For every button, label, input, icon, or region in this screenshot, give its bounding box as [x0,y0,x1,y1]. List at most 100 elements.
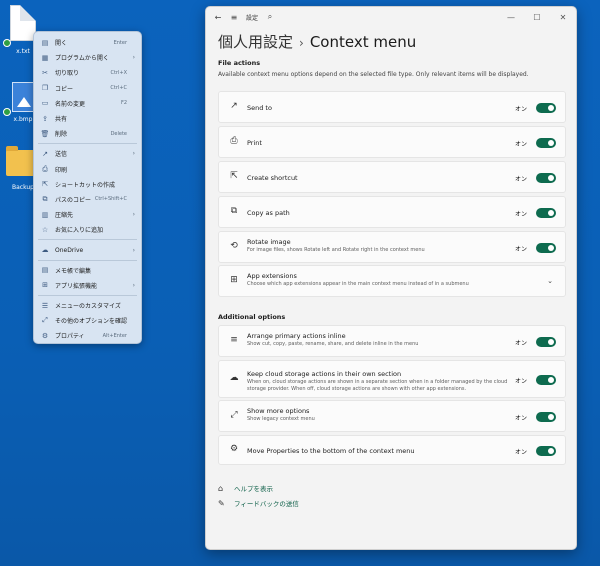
menu-divider [38,143,137,145]
maximize-button[interactable]: ☐ [524,7,550,27]
context-menu-item[interactable]: ❐ コピー Ctrl+C [34,81,141,96]
send-icon: ↗ [42,149,48,158]
setting-card[interactable]: ⧉ Copy as path オン [218,196,566,228]
context-menu-item[interactable]: ⇪ 共有 [34,111,141,126]
back-arrow-icon[interactable]: ← [210,13,226,22]
shortcut-hint: Delete [110,130,127,137]
setting-card[interactable]: ↗ Send to オン [218,91,566,123]
setting-title: App extensions [247,272,297,280]
open-with-icon: ▦ [41,53,49,62]
toggle-switch[interactable] [536,138,556,148]
help-icon: ⌂ [218,483,224,493]
context-menu-item-label: プログラムから開く [55,55,109,63]
toggle-switch[interactable] [536,412,556,422]
context-menu-item[interactable]: ⊞ アプリ拡張機能 › [34,278,141,293]
setting-description: Show cut, copy, paste, rename, share, an… [247,341,419,347]
rename-icon: ▭ [41,99,49,108]
context-menu-item[interactable]: ⇱ ショートカットの作成 [34,177,141,192]
setting-card[interactable]: ☁ Keep cloud storage actions in their own… [218,360,566,398]
context-menu-item[interactable]: ☁ OneDrive › [34,242,141,257]
toggle-switch[interactable] [536,103,556,113]
context-menu-item[interactable]: ⎙ 印刷 [34,162,141,177]
more-icon: ⤢ [42,316,48,325]
context-menu-item[interactable]: ☰ メニューのカスタマイズ [34,298,141,313]
apps-icon: ⊞ [230,275,238,285]
setting-title: Print [247,139,262,147]
toggle-state-label: オン [514,106,527,113]
context-menu-item[interactable]: ⚙ プロパティ Alt+Enter [34,328,141,343]
context-menu-item[interactable]: ✂ 切り取り Ctrl+X [34,65,141,80]
setting-card[interactable]: ⟲ Rotate image For image files, shows Rota… [218,231,566,263]
context-menu-item[interactable]: ↗ 送信 › [34,146,141,161]
context-menu-item-label: お気に入りに追加 [55,227,104,235]
context-menu-item-label: メニューのカスタマイズ [55,303,121,311]
toggle-switch[interactable] [536,337,556,347]
breadcrumb-parent[interactable]: 個人用設定 [218,33,293,51]
context-menu-item[interactable]: ▤ メモ帳で編集 [34,263,141,278]
shortcut-hint: Alt+Enter [102,332,127,339]
setting-card[interactable]: ≡ Arrange primary actions inline Show cut,… [218,325,566,357]
toggle-state-label: オン [514,141,527,148]
context-menu-item[interactable]: 🗑 削除 Delete [34,126,141,141]
send-icon: ↗ [230,101,238,111]
print-icon: ⎙ [230,136,238,146]
setting-card[interactable]: ⇱ Create shortcut オン [218,161,566,193]
toggle-state-label: オン [514,176,527,183]
toggle-switch[interactable] [536,173,556,183]
setting-title: Create shortcut [247,174,298,182]
feedback-link-label: フィードバックの送信 [234,500,299,508]
menu-divider [38,239,137,241]
context-menu-item-label: 削除 [55,131,68,139]
apps-icon: ⊞ [42,281,48,290]
toggle-state-label: オン [514,246,527,253]
print-icon: ⎙ [42,164,48,173]
setting-card[interactable]: ⎙ Print オン [218,126,566,158]
copy-icon: ❐ [41,84,49,93]
context-menu-item[interactable]: ⧉ パスのコピー Ctrl+Shift+C [34,192,141,207]
help-link[interactable]: ⌂ ヘルプを表示 [218,483,273,494]
zip-icon: ▥ [41,210,49,219]
setting-card[interactable]: ⤢ Show more options Show legacy context me… [218,400,566,432]
setting-title: Arrange primary actions inline [247,332,346,340]
close-button[interactable]: ✕ [550,7,576,27]
context-menu-item[interactable]: ▦ プログラムから開く › [34,50,141,65]
context-menu-item-label: 共有 [55,116,68,124]
toggle-switch[interactable] [536,208,556,218]
context-menu-item[interactable]: ⤢ その他のオプションを確認 [34,313,141,328]
notepad-icon: ▤ [41,266,49,275]
context-menu-item[interactable]: ▤ 開く Enter [34,35,141,50]
feedback-link[interactable]: ✎ フィードバックの送信 [218,498,299,509]
context-menu-item-label: 開く [55,40,68,48]
setting-card[interactable]: ⚙ Move Properties to the bottom of the co… [218,435,566,465]
toggle-state-label: オン [514,211,527,218]
context-menu-item-label: ショートカットの作成 [55,181,116,189]
file-icon: ▤ [41,38,49,47]
settings-window: ← ≡ 設定 ⌕ — ☐ ✕ 個人用設定 › Context menu File a… [205,6,577,550]
search-icon[interactable]: ⌕ [262,12,278,22]
wrench-icon: ⚙ [41,331,49,340]
toggle-switch[interactable] [536,243,556,253]
hamburger-menu-icon[interactable]: ≡ [226,13,242,22]
menu-divider [38,295,137,296]
toggle-switch[interactable] [536,375,556,385]
context-menu-item[interactable]: ▭ 名前の変更 F2 [34,96,141,111]
wrench-icon: ⚙ [229,444,239,454]
toggle-switch[interactable] [536,446,556,456]
context-menu: ▤ 開く Enter ▦ プログラムから開く › ✂ 切り取り Ctrl+X ❐ コピー Ctrl+C… [33,31,142,344]
cloud-icon: ☁ [41,246,49,255]
minimize-button[interactable]: — [498,7,524,27]
setting-description: Show legacy context menu [247,416,315,422]
folder-icon [6,146,36,176]
context-menu-item-label: メモ帳で編集 [55,267,92,275]
breadcrumb-current: Context menu [309,33,417,51]
context-menu-item[interactable]: ☆ お気に入りに追加 [34,222,141,237]
rotate-icon: ⟲ [230,241,238,251]
setting-title: Send to [247,104,272,112]
section-title-file-actions: File actions [218,59,261,67]
setting-card[interactable]: ⊞ App extensions Choose which app extensio… [218,265,566,297]
chevron-down-icon[interactable]: ⌄ [547,277,553,285]
setting-title: Move Properties to the bottom of the con… [247,447,415,455]
context-menu-item[interactable]: ▥ 圧縮先 › [34,207,141,222]
page-title: 個人用設定 › Context menu [218,31,416,52]
context-menu-item-label: その他のオプションを確認 [55,318,128,326]
